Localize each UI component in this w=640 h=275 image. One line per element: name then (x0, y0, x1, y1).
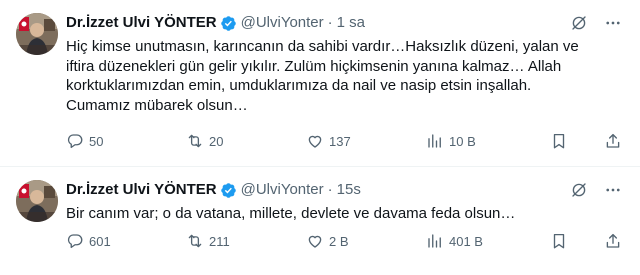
tweet-feed: Dr.İzzet Ulvi YÖNTER @UlviYonter · 1 sa … (0, 0, 640, 275)
share-icon (606, 133, 620, 148)
repost-button[interactable]: 211 (186, 232, 230, 250)
tweet-text-line: iftira düzenekleri gün gelir yıkılır. Zu… (66, 57, 562, 75)
grok-icon[interactable] (570, 14, 588, 32)
like-count: 137 (329, 133, 351, 149)
author-handle[interactable]: @UlviYonter (241, 14, 324, 32)
share-button[interactable] (604, 232, 627, 250)
grok-icon[interactable] (570, 181, 588, 199)
retweet-icon (188, 234, 202, 248)
reply-icon (67, 234, 83, 249)
like-icon (308, 235, 322, 248)
tweet-actions: 601 211 2 B 401 B (66, 232, 622, 252)
views-count: 10 B (449, 133, 476, 149)
tweet-header: Dr.İzzet Ulvi YÖNTER @UlviYonter · 1 sa (66, 14, 365, 32)
more-icon[interactable] (604, 14, 622, 32)
reply-button[interactable]: 601 (66, 232, 111, 250)
tweet-text: Hiç kimse unutmasın, karıncanın da sahib… (66, 37, 618, 115)
verified-badge-icon (220, 182, 237, 199)
retweet-icon (188, 134, 202, 148)
tweet-text-line: Hiç kimse unutmasın, karıncanın da sahib… (66, 38, 579, 55)
bookmark-icon (553, 133, 565, 149)
author-name[interactable]: Dr.İzzet Ulvi YÖNTER (66, 181, 217, 199)
more-icon[interactable] (604, 181, 622, 199)
bookmark-button[interactable] (550, 232, 573, 250)
tweet-top-actions (570, 14, 622, 32)
views-count: 401 B (449, 233, 483, 249)
separator-dot: · (327, 14, 333, 31)
like-icon (308, 135, 322, 148)
reply-count: 50 (89, 133, 104, 149)
bookmark-icon (553, 233, 565, 249)
tweet[interactable]: Dr.İzzet Ulvi YÖNTER @UlviYonter · 15s B… (0, 167, 640, 275)
views-button[interactable]: 401 B (426, 232, 483, 250)
author-name[interactable]: Dr.İzzet Ulvi YÖNTER (66, 14, 217, 32)
timestamp[interactable]: 1 sa (337, 14, 365, 32)
tweet-actions: 50 20 137 10 B (66, 132, 622, 152)
views-button[interactable]: 10 B (426, 132, 476, 150)
like-button[interactable]: 2 B (306, 232, 349, 250)
avatar[interactable] (16, 180, 58, 222)
tweet-text-line: Bir canım var; o da vatana, millete, dev… (66, 205, 516, 222)
share-button[interactable] (604, 132, 627, 150)
repost-button[interactable]: 20 (186, 132, 223, 150)
tweet-text: Bir canım var; o da vatana, millete, dev… (66, 204, 618, 224)
like-count: 2 B (329, 233, 349, 249)
views-icon (428, 234, 441, 248)
like-button[interactable]: 137 (306, 132, 351, 150)
share-icon (606, 233, 620, 248)
reply-count: 601 (89, 233, 111, 249)
separator-dot: · (327, 181, 333, 198)
repost-count: 20 (209, 133, 224, 149)
views-icon (428, 134, 441, 148)
tweet[interactable]: Dr.İzzet Ulvi YÖNTER @UlviYonter · 1 sa … (0, 0, 640, 167)
avatar[interactable] (16, 13, 58, 55)
tweet-text-line: Cumamız mübarek olsun… (66, 96, 248, 114)
tweet-text-line: korktuklarımızdan emin, umduklarımıza da… (66, 77, 532, 94)
reply-icon (67, 134, 83, 149)
verified-badge-icon (220, 15, 237, 32)
timestamp[interactable]: 15s (337, 181, 361, 199)
reply-button[interactable]: 50 (66, 132, 103, 150)
repost-count: 211 (209, 233, 230, 249)
author-handle[interactable]: @UlviYonter (241, 181, 324, 199)
tweet-header: Dr.İzzet Ulvi YÖNTER @UlviYonter · 15s (66, 181, 361, 199)
bookmark-button[interactable] (550, 132, 573, 150)
tweet-top-actions (570, 181, 622, 199)
